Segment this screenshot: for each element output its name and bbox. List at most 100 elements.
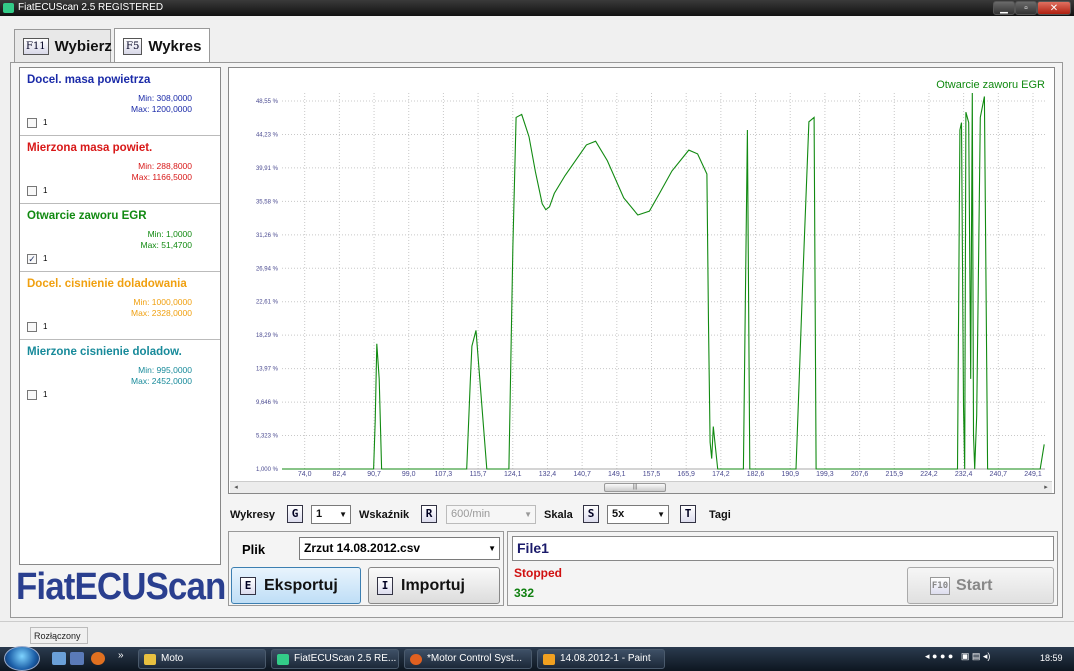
taskbar-item[interactable]: FiatECUScan 2.5 RE... — [271, 649, 399, 669]
x-tick-label: 82,4 — [333, 471, 347, 478]
close-button[interactable]: ✕ — [1037, 1, 1071, 15]
scroll-right-arrow-icon[interactable]: ▸ — [1040, 482, 1052, 493]
skala-value: 5x — [612, 508, 625, 520]
app-icon — [3, 3, 14, 13]
scroll-left-arrow-icon[interactable]: ◂ — [230, 482, 242, 493]
x-tick-label: 165,9 — [677, 471, 695, 478]
switch-windows-icon[interactable] — [70, 652, 84, 665]
y-tick-label: 31,26 % — [256, 233, 279, 239]
start-key: F10 — [930, 576, 950, 595]
export-button[interactable]: E Eksportuj — [231, 567, 361, 604]
param-checkbox[interactable] — [27, 186, 37, 196]
param-min: Min: 1000,0000 — [133, 297, 192, 307]
y-tick-label: 48,55 % — [256, 99, 279, 105]
param-item: Otwarcie zaworu EGR Min: 1,0000 Max: 51,… — [20, 204, 220, 272]
connection-status: Rozłączony — [30, 627, 88, 644]
y-tick-label: 39,91 % — [256, 166, 279, 172]
x-tick-label: 107,3 — [435, 471, 453, 478]
dropdown-arrow-icon: ▼ — [657, 510, 665, 519]
y-tick-label: 9,646 % — [256, 400, 279, 406]
taskbar-item-label: FiatECUScan 2.5 RE... — [294, 653, 397, 664]
x-tick-label: 132,4 — [539, 471, 557, 478]
wskaznik-key: R — [421, 505, 437, 523]
skala-label: Skala — [544, 509, 573, 521]
start-button[interactable]: F10 Start — [907, 567, 1054, 604]
quicklaunch-chevron-icon[interactable]: » — [118, 650, 124, 661]
firefox-icon[interactable] — [91, 652, 105, 665]
tagi-key[interactable]: T — [680, 505, 696, 523]
status-panel: File1 Stopped 332 F10 Start — [507, 531, 1058, 606]
parameter-list: Docel. masa powietrza Min: 308,0000 Max:… — [19, 67, 221, 565]
import-key: I — [377, 576, 393, 595]
start-menu-button[interactable] — [4, 646, 40, 671]
param-min: Min: 288,8000 — [138, 161, 192, 171]
folder-icon — [144, 654, 156, 665]
wskaznik-value: 600/min — [451, 508, 491, 520]
x-tick-label: 182,6 — [747, 471, 765, 478]
param-name: Mierzone cisnienie doladow. — [27, 346, 182, 358]
tab-wybierz[interactable]: F11 Wybierz — [14, 29, 112, 62]
param-min: Min: 995,0000 — [138, 365, 192, 375]
tab-wybierz-label: Wybierz — [54, 37, 112, 55]
param-count: 1 — [43, 254, 48, 263]
param-min: Min: 308,0000 — [138, 93, 192, 103]
y-tick-label: 1,000 % — [256, 467, 279, 473]
tab-wykres-key: F5 — [123, 37, 143, 55]
param-name: Docel. masa powietrza — [27, 74, 151, 86]
file-select-value: Zrzut 14.08.2012.csv — [304, 541, 421, 555]
param-checkbox[interactable] — [27, 118, 37, 128]
skala-key: S — [583, 505, 599, 523]
skala-select[interactable]: 5x ▼ — [607, 505, 669, 524]
taskbar: » Moto FiatECUScan 2.5 RE... *Motor Cont… — [0, 646, 1074, 671]
taskbar-item-label: Moto — [161, 653, 184, 664]
chart-area[interactable]: 1,000 % 5,323 % 9,646 % 13,97 % 18,29 % 22,61… — [228, 67, 1055, 494]
x-tick-label: 90,7 — [367, 471, 381, 478]
tab-wykres[interactable]: F5 Wykres — [114, 28, 210, 63]
filename-field[interactable]: File1 — [512, 536, 1054, 561]
window-title: FiatECUScan 2.5 REGISTERED — [18, 2, 164, 13]
x-tick-label: 190,9 — [781, 471, 799, 478]
y-tick-label: 26,94 % — [256, 266, 279, 272]
sample-count: 332 — [514, 586, 535, 600]
param-count: 1 — [43, 322, 48, 331]
y-tick-label: 44,23 % — [256, 132, 279, 138]
taskbar-item[interactable]: *Motor Control Syst... — [404, 649, 532, 669]
y-tick-label: 22,61 % — [256, 300, 279, 306]
param-name: Docel. cisnienie doladowania — [27, 278, 187, 290]
param-max: Max: 1200,0000 — [131, 104, 192, 114]
chart-scrollbar[interactable]: ◂ ||| ▸ — [230, 481, 1052, 493]
wykresy-select[interactable]: 1 ▼ — [311, 505, 351, 524]
dropdown-arrow-icon: ▼ — [488, 544, 496, 553]
taskbar-item-label: 14.08.2012-1 - Paint — [560, 653, 651, 664]
status-state: Stopped — [514, 566, 562, 580]
param-item: Mierzona masa powiet. Min: 288,8000 Max:… — [20, 136, 220, 204]
x-tick-label: 215,9 — [886, 471, 904, 478]
taskbar-item-label: *Motor Control Syst... — [427, 653, 523, 664]
taskbar-item[interactable]: Moto — [138, 649, 266, 669]
param-max: Max: 1166,5000 — [131, 172, 192, 182]
export-key: E — [240, 576, 256, 595]
show-desktop-icon[interactable] — [52, 652, 66, 665]
minimize-button[interactable]: ▁ — [993, 1, 1015, 15]
param-checkbox[interactable] — [27, 390, 37, 400]
param-name: Otwarcie zaworu EGR — [27, 210, 147, 222]
tagi-label: Tagi — [709, 509, 731, 521]
param-checkbox[interactable]: ✓ — [27, 254, 37, 264]
param-checkbox[interactable] — [27, 322, 37, 332]
wskaznik-select[interactable]: 600/min ▼ — [446, 505, 536, 524]
file-select[interactable]: Zrzut 14.08.2012.csv ▼ — [299, 537, 500, 560]
import-button[interactable]: I Importuj — [368, 567, 500, 604]
system-tray[interactable]: ◂ ● ● ● ▣ ▤ ◂) — [925, 651, 990, 662]
tab-wybierz-key: F11 — [23, 37, 49, 55]
scroll-thumb[interactable]: ||| — [604, 483, 666, 492]
x-tick-label: 115,7 — [470, 471, 487, 478]
title-bar: FiatECUScan 2.5 REGISTERED ▁ ▫ ✕ — [0, 0, 1074, 16]
x-tick-label: 157,5 — [643, 471, 661, 478]
paint-icon — [543, 654, 555, 665]
dropdown-arrow-icon: ▼ — [524, 510, 532, 519]
taskbar-item[interactable]: 14.08.2012-1 - Paint — [537, 649, 665, 669]
x-tick-label: 74,0 — [298, 471, 312, 478]
param-max: Max: 51,4700 — [140, 240, 192, 250]
maximize-button[interactable]: ▫ — [1015, 1, 1037, 15]
y-tick-label: 13,97 % — [256, 367, 279, 373]
